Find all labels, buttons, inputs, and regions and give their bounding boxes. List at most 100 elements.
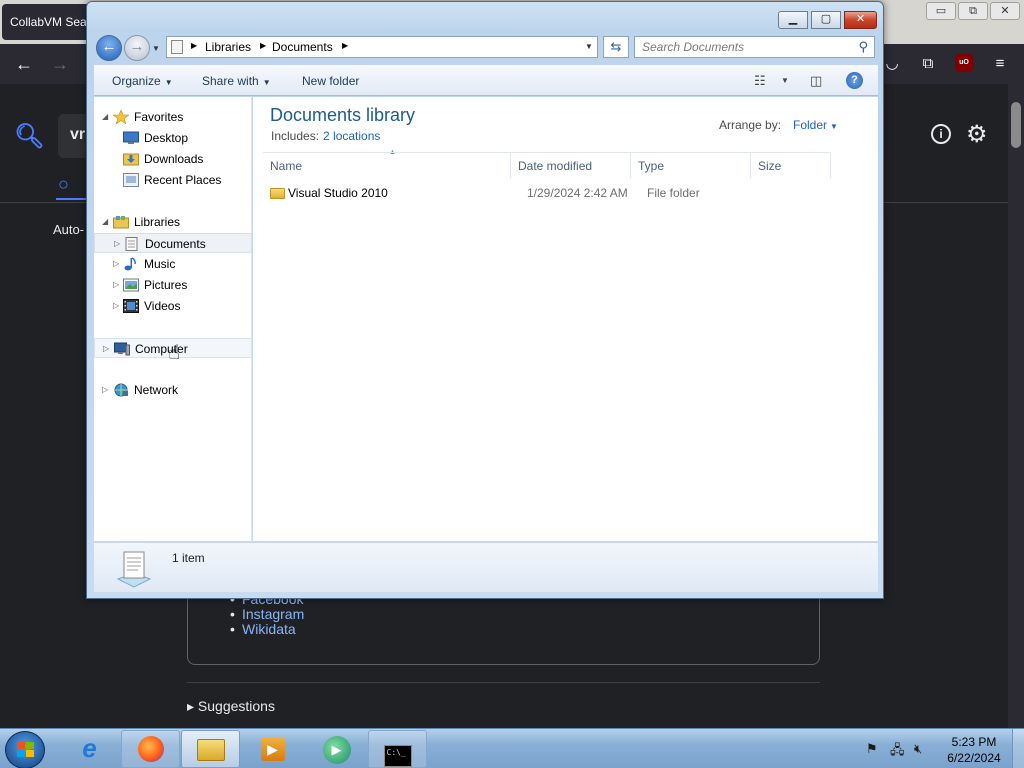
view-options-dropdown-icon[interactable]: ▼	[781, 76, 789, 85]
documents-library-icon	[116, 551, 152, 588]
organize-button[interactable]: Organize ▼	[112, 74, 173, 88]
expand-icon[interactable]: ▷	[114, 234, 120, 254]
column-header-type[interactable]: Type	[631, 152, 751, 178]
network-icon	[114, 383, 128, 397]
column-header-name[interactable]: Name	[263, 152, 511, 178]
search-box[interactable]: ⚲	[634, 36, 875, 58]
firefox-icon[interactable]	[121, 730, 180, 768]
link-wikidata[interactable]: Wikidata	[230, 622, 304, 638]
expand-icon[interactable]: ▷	[103, 339, 109, 359]
close-button[interactable]: ✕	[844, 11, 877, 29]
computer-icon	[114, 342, 130, 356]
nav-documents[interactable]: ▷ Documents	[94, 233, 252, 253]
search-icon[interactable]: ⚲	[858, 39, 868, 55]
internet-explorer-icon[interactable]: e	[60, 730, 119, 768]
suggestions-toggle[interactable]: ▸ Suggestions	[187, 698, 275, 715]
library-title: Documents library	[270, 105, 416, 125]
recent-pages-dropdown[interactable]: ▼	[152, 44, 160, 53]
share-with-button[interactable]: Share with ▼	[202, 74, 271, 88]
media-center-icon[interactable]: ▶	[307, 730, 366, 768]
nav-label: Network	[134, 383, 179, 397]
address-bar[interactable]: ▶ Libraries ▶ Documents ▶ ▼	[166, 36, 598, 58]
nav-favorites[interactable]: ◢ Favorites	[94, 107, 252, 127]
page-separator	[187, 682, 820, 683]
forward-arrow-icon[interactable]: →	[48, 52, 72, 76]
browser-minimize-button[interactable]: ▭	[926, 2, 956, 20]
search-tab-icon[interactable]: ○	[58, 174, 69, 195]
command-prompt-icon[interactable]: C:\_	[368, 730, 427, 768]
collapse-icon[interactable]: ◢	[102, 107, 108, 127]
ublock-icon[interactable]: uO	[955, 54, 973, 72]
link-instagram[interactable]: Instagram	[230, 607, 304, 623]
action-center-flag-icon[interactable]: ⚑	[866, 741, 878, 757]
maximize-button[interactable]: ▢	[811, 11, 841, 29]
folder-icon	[270, 188, 285, 199]
search-logo-icon: 🔍︎	[14, 123, 45, 150]
expand-icon[interactable]: ▷	[102, 380, 108, 400]
start-button[interactable]	[5, 731, 45, 768]
column-header-date-modified[interactable]: Date modified	[511, 152, 631, 178]
file-row[interactable]: Visual Studio 2010 1/29/2024 2:42 AM Fil…	[263, 183, 859, 203]
music-icon	[124, 257, 136, 271]
column-header-size[interactable]: Size	[751, 152, 831, 178]
refresh-button[interactable]: ⇆	[603, 36, 629, 58]
videos-icon	[123, 299, 139, 313]
windows-logo-icon	[17, 742, 34, 757]
forward-button[interactable]: →	[124, 35, 150, 61]
library-icon	[171, 40, 183, 54]
chevron-right-icon[interactable]: ▶	[191, 41, 197, 50]
gear-icon[interactable]: ⚙	[966, 120, 988, 149]
nav-recent-places[interactable]: Recent Places	[94, 170, 252, 190]
clock[interactable]: 5:23 PM 6/22/2024	[944, 734, 1004, 766]
arrange-by-label: Arrange by:	[719, 118, 782, 132]
browser-maximize-button[interactable]: ⧉	[958, 2, 988, 20]
chevron-right-icon[interactable]: ▶	[342, 41, 348, 50]
browser-close-button[interactable]: ✕	[990, 2, 1020, 20]
show-desktop-button[interactable]	[1012, 729, 1024, 768]
nav-libraries[interactable]: ◢ Libraries	[94, 212, 252, 232]
volume-muted-icon[interactable]: 🔇︎	[914, 741, 922, 757]
media-player-icon[interactable]: ▶	[243, 730, 302, 768]
recent-places-icon	[123, 173, 139, 187]
collapse-icon[interactable]: ◢	[102, 212, 108, 232]
address-dropdown-icon[interactable]: ▼	[585, 42, 593, 51]
scrollbar-thumb[interactable]	[1011, 102, 1021, 148]
share-with-label: Share with	[202, 74, 259, 88]
nav-network[interactable]: ▷ Network	[94, 380, 252, 400]
change-view-icon[interactable]: ☷	[754, 73, 766, 89]
network-tray-icon[interactable]: 🖧︎	[890, 741, 905, 763]
menu-icon[interactable]: ≡	[988, 52, 1012, 76]
nav-label: Music	[144, 257, 176, 271]
nav-downloads[interactable]: Downloads	[94, 149, 252, 169]
nav-desktop[interactable]: Desktop	[94, 128, 252, 148]
nav-pictures[interactable]: ▷ Pictures	[94, 275, 252, 295]
browser-tab[interactable]: CollabVM Sea	[2, 4, 98, 40]
breadcrumb-libraries[interactable]: Libraries	[205, 40, 251, 54]
navigation-pane: ◢ Favorites Desktop Downloads Recent Pla…	[94, 97, 252, 541]
windows-explorer-icon[interactable]	[181, 730, 240, 768]
minimize-button[interactable]: ▁	[778, 11, 808, 29]
includes-locations-link[interactable]: 2 locations	[323, 129, 380, 143]
chevron-right-icon[interactable]: ▶	[260, 41, 266, 50]
breadcrumb-documents[interactable]: Documents	[272, 40, 333, 54]
arrange-by-dropdown[interactable]: Folder ▼	[793, 118, 838, 132]
nav-label: Downloads	[144, 152, 204, 166]
back-button[interactable]: ←	[96, 35, 122, 61]
nav-videos[interactable]: ▷ Videos	[94, 296, 252, 316]
preview-pane-icon[interactable]: ◫	[810, 73, 822, 89]
nav-label: Libraries	[134, 215, 181, 229]
file-type: File folder	[647, 186, 700, 200]
help-icon[interactable]: ?	[846, 72, 863, 89]
nav-music[interactable]: ▷ Music	[94, 254, 252, 274]
includes-label: Includes:	[271, 129, 320, 143]
expand-icon[interactable]: ▷	[113, 254, 119, 274]
page-scrollbar[interactable]	[1008, 84, 1024, 728]
taskbar: e ▶ ▶ C:\_ ⚑ 🖧︎ 🔇︎ 5:23 PM 6/22/2024	[0, 728, 1024, 768]
search-input[interactable]	[635, 37, 850, 57]
new-folder-button[interactable]: New folder	[302, 74, 359, 88]
expand-icon[interactable]: ▷	[113, 296, 119, 316]
info-icon[interactable]: i	[931, 124, 951, 144]
back-arrow-icon[interactable]: ←	[12, 52, 36, 76]
extensions-icon[interactable]: ⧉	[916, 52, 940, 76]
expand-icon[interactable]: ▷	[113, 275, 119, 295]
